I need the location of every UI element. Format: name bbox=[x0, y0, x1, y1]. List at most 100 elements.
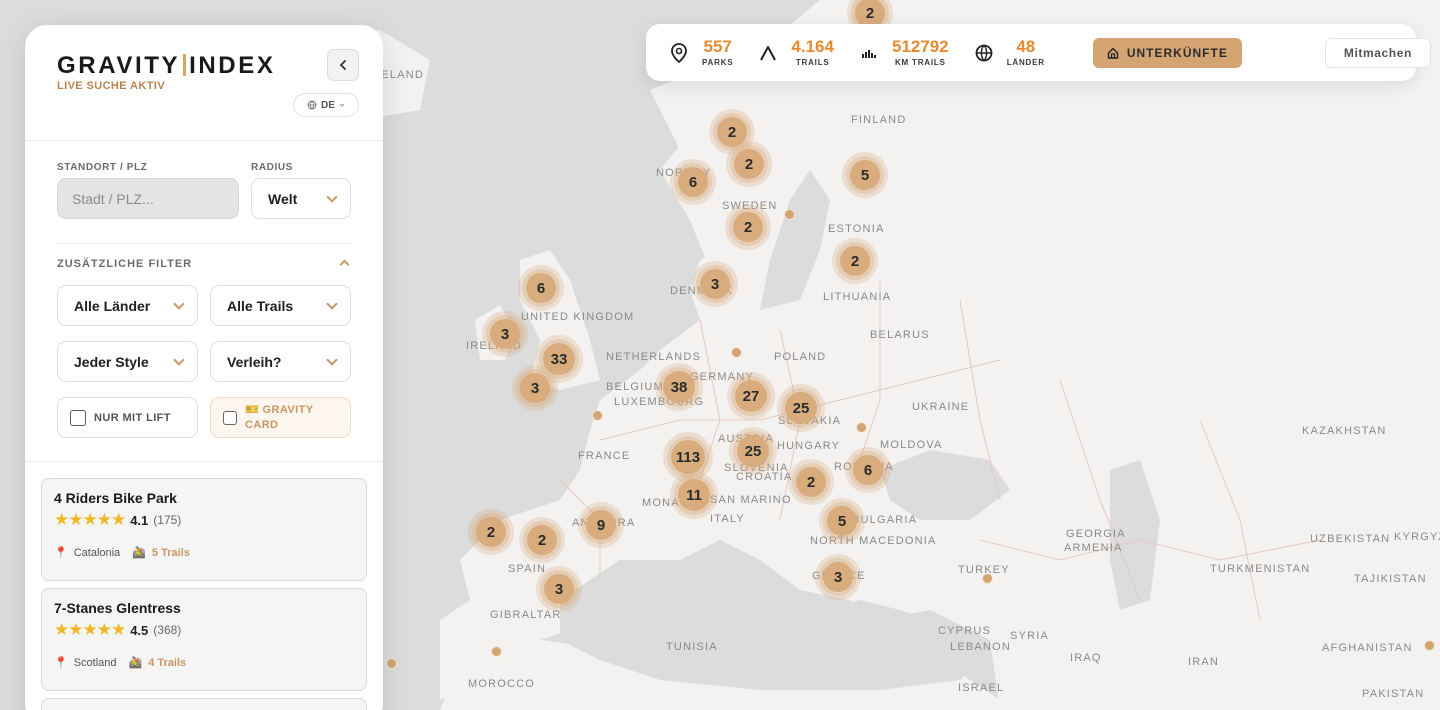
logo[interactable]: GRAVITY INDEX bbox=[57, 52, 275, 80]
map-country-label: UZBEKISTAN bbox=[1310, 533, 1391, 545]
sidebar-header: GRAVITY INDEX LIVE SUCHE AKTIV DE bbox=[25, 25, 383, 141]
map-cluster[interactable]: 3 bbox=[536, 566, 582, 612]
map-cluster[interactable]: 2 bbox=[725, 204, 771, 250]
accommodation-button[interactable]: UNTERKÜNFTE bbox=[1092, 37, 1242, 68]
countries-select[interactable]: Alle Länder bbox=[57, 285, 198, 326]
bike-icon: 🚵 bbox=[128, 657, 143, 669]
collapse-sidebar-button[interactable] bbox=[327, 49, 359, 81]
map-park-marker[interactable] bbox=[592, 410, 603, 421]
map-cluster[interactable]: 25 bbox=[729, 427, 777, 475]
cluster-count: 2 bbox=[840, 246, 870, 276]
map-cluster[interactable]: 38 bbox=[655, 363, 703, 411]
map-cluster[interactable]: 6 bbox=[845, 447, 891, 493]
map-park-marker[interactable] bbox=[856, 422, 867, 433]
map-cluster[interactable]: 6 bbox=[518, 265, 564, 311]
map-cluster[interactable]: 27 bbox=[727, 372, 775, 420]
map-country-label: KYRGYZ bbox=[1394, 531, 1440, 543]
map-cluster[interactable]: 9 bbox=[578, 502, 624, 548]
extra-filters-toggle[interactable]: ZUSÄTZLICHE FILTER bbox=[57, 258, 192, 270]
map-cluster[interactable]: 3 bbox=[815, 554, 861, 600]
rental-value: Verleih? bbox=[227, 353, 282, 370]
countries-value: Alle Länder bbox=[74, 297, 151, 314]
bike-icon: 🚵 bbox=[132, 547, 146, 559]
location-input[interactable]: Stadt / PLZ... bbox=[57, 178, 239, 219]
stat-countries: 48 LÄNDER bbox=[973, 38, 1045, 67]
map-cluster[interactable]: 2 bbox=[468, 509, 514, 555]
rating-score: 4.5 bbox=[130, 622, 149, 638]
map-country-label: UKRAINE bbox=[912, 401, 970, 413]
cluster-count: 38 bbox=[663, 371, 695, 403]
elevation-chart-icon bbox=[858, 42, 880, 64]
map-country-label: TUNISIA bbox=[666, 641, 718, 653]
map-cluster[interactable]: 5 bbox=[842, 152, 888, 198]
map-country-label: AFGHANISTAN bbox=[1322, 642, 1413, 654]
map-country-label: TURKMENISTAN bbox=[1210, 563, 1311, 575]
map-park-marker[interactable] bbox=[386, 658, 397, 669]
map-country-label: ARMENIA bbox=[1064, 542, 1123, 554]
stats-bar: 557 PARKS 4.164 TRAILS 512792 KM TRAILS … bbox=[646, 24, 1431, 81]
stat-trails: 4.164 TRAILS bbox=[757, 38, 834, 67]
map-country-label: MOROCCO bbox=[468, 678, 536, 690]
map-park-marker[interactable] bbox=[1424, 640, 1435, 651]
park-card[interactable]: 7-Stanes Glentress ★★★★★ 4.5 (368) 📍 Sco… bbox=[41, 588, 367, 691]
join-button[interactable]: Mitmachen bbox=[1324, 37, 1431, 68]
trails-count: 4.164 bbox=[791, 37, 834, 56]
map-cluster[interactable]: 2 bbox=[519, 517, 565, 563]
sidebar: GRAVITY INDEX LIVE SUCHE AKTIV DE STANDOR… bbox=[25, 25, 383, 710]
live-status: LIVE SUCHE AKTIV bbox=[57, 80, 166, 92]
style-select[interactable]: Jeder Style bbox=[57, 341, 198, 382]
trail-count: 5 Trails bbox=[151, 546, 190, 559]
map-country-label: HUNGARY bbox=[777, 440, 841, 452]
map-cluster[interactable]: 3 bbox=[482, 311, 528, 357]
map-park-marker[interactable] bbox=[784, 209, 795, 220]
map-park-marker[interactable] bbox=[491, 646, 502, 657]
rental-select[interactable]: Verleih? bbox=[210, 341, 351, 382]
map-park-marker[interactable] bbox=[731, 347, 742, 358]
map-country-label: UNITED KINGDOM bbox=[521, 311, 635, 323]
map-country-label: POLAND bbox=[774, 351, 827, 363]
map-country-label: PAKISTAN bbox=[1362, 688, 1425, 700]
language-select[interactable]: DE bbox=[293, 93, 359, 117]
radius-select[interactable]: Welt bbox=[251, 178, 351, 219]
rating-score: 4.1 bbox=[130, 512, 149, 528]
map-cluster[interactable]: 2 bbox=[832, 238, 878, 284]
map-cluster[interactable]: 5 bbox=[819, 498, 865, 544]
checkbox-box[interactable] bbox=[70, 409, 86, 426]
gravity-card-checkbox[interactable]: 🎫 GRAVITY CARD bbox=[210, 397, 351, 438]
map-cluster[interactable]: 2 bbox=[788, 459, 834, 505]
park-name: 7-Stanes Glentress bbox=[54, 600, 181, 616]
park-card[interactable] bbox=[41, 698, 367, 710]
park-region: Catalonia bbox=[73, 546, 121, 559]
map-cluster[interactable]: 2 bbox=[726, 141, 772, 187]
trail-count: 4 Trails bbox=[148, 656, 187, 669]
location-placeholder: Stadt / PLZ... bbox=[72, 190, 154, 207]
cluster-count: 5 bbox=[827, 506, 857, 536]
checkbox-box[interactable] bbox=[223, 410, 237, 425]
map-cluster[interactable]: 6 bbox=[670, 159, 716, 205]
park-card[interactable]: 4 Riders Bike Park ★★★★★ 4.1 (175) 📍 Cat… bbox=[41, 478, 367, 581]
map-country-label: CYPRUS bbox=[938, 625, 992, 637]
map-cluster[interactable]: 25 bbox=[777, 384, 825, 432]
star-rating-icon: ★★★★★ bbox=[54, 620, 126, 639]
logo-text-left: GRAVITY bbox=[57, 52, 181, 79]
trails-select[interactable]: Alle Trails bbox=[210, 285, 351, 326]
map-park-marker[interactable] bbox=[982, 573, 993, 584]
radius-value: Welt bbox=[268, 190, 298, 207]
chevron-up-icon[interactable] bbox=[339, 259, 350, 270]
park-region: Scotland bbox=[73, 656, 117, 669]
logo-bar bbox=[183, 54, 187, 76]
map-cluster[interactable]: 3 bbox=[512, 365, 558, 411]
divider bbox=[57, 243, 351, 244]
review-count: (368) bbox=[153, 623, 182, 637]
map-cluster[interactable]: 3 bbox=[692, 261, 738, 307]
cluster-count: 6 bbox=[853, 455, 883, 485]
cluster-count: 6 bbox=[526, 273, 556, 303]
map-country-label: IRAQ bbox=[1070, 652, 1102, 664]
lift-only-checkbox[interactable]: NUR MIT LIFT bbox=[57, 397, 198, 438]
park-name: 4 Riders Bike Park bbox=[54, 490, 177, 506]
parks-caption: PARKS bbox=[702, 58, 734, 67]
map-country-label: LEBANON bbox=[950, 641, 1011, 653]
map-cluster[interactable]: 11 bbox=[670, 471, 718, 519]
review-count: (175) bbox=[153, 513, 182, 527]
cluster-count: 25 bbox=[785, 392, 817, 424]
